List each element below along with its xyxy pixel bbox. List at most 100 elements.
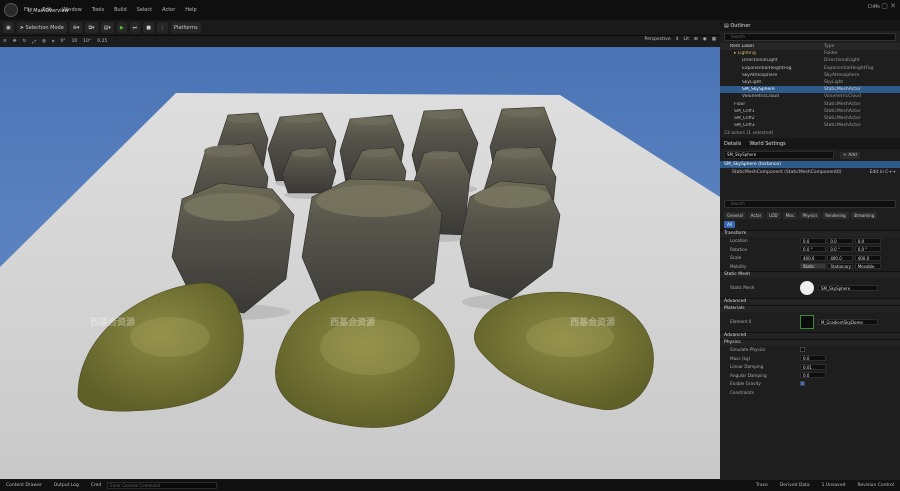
rotate-icon[interactable]: ↻: [23, 39, 27, 44]
location-y[interactable]: 0.0: [827, 237, 854, 244]
static-mesh-value[interactable]: SM_SkySphere: [818, 284, 878, 291]
advanced-section[interactable]: Advanced: [720, 297, 900, 305]
skip-icon[interactable]: ⏭: [129, 22, 141, 33]
enable-gravity-checkbox[interactable]: [800, 381, 805, 387]
outliner-search-input[interactable]: Search: [724, 33, 896, 41]
camera-speed-icon[interactable]: ◉: [703, 37, 707, 42]
tab-details[interactable]: Details: [724, 141, 741, 147]
outliner-row[interactable]: VolumetricCloud VolumetricCloud: [720, 93, 900, 100]
col-type[interactable]: Type: [824, 44, 834, 49]
unsaved-button[interactable]: 1 Unsaved: [822, 483, 846, 488]
viewport-layout-icon[interactable]: ▦: [712, 37, 716, 42]
mobility-static[interactable]: Static: [800, 263, 826, 270]
outliner-row[interactable]: SM_Cliff2 StaticMeshActor: [720, 115, 900, 122]
advanced-section-2[interactable]: Advanced: [720, 331, 900, 339]
scale-snap-value[interactable]: 0.25: [97, 39, 107, 44]
tab-world-settings[interactable]: World Settings: [749, 141, 785, 147]
outliner-row[interactable]: SkyLight SkyLight: [720, 79, 900, 86]
angular-damping-value[interactable]: 0.0: [800, 372, 826, 379]
rotation-y[interactable]: 0.0 °: [827, 246, 854, 253]
mass-value[interactable]: 0.0: [800, 355, 826, 362]
viewport-menu-icon[interactable]: ≡: [3, 39, 7, 44]
filter-physics[interactable]: Physics: [799, 211, 821, 219]
col-item-label[interactable]: Item Label: [720, 44, 824, 49]
lit-button[interactable]: Lit: [683, 37, 689, 42]
level-viewport[interactable]: 西基合资源 西基合资源 西基合资源: [0, 47, 720, 479]
edit-cpp-link[interactable]: Edit in C++: [870, 170, 896, 175]
outliner-row[interactable]: Floor StaticMeshActor: [720, 101, 900, 108]
blueprint-icon[interactable]: ⧉▾: [85, 22, 98, 33]
rotation-snap-value[interactable]: 10°: [83, 39, 91, 44]
physics-section[interactable]: Physics: [720, 338, 900, 346]
outliner-row[interactable]: DirectionalLight DirectionalLight: [720, 57, 900, 64]
menu-actor[interactable]: Actor: [162, 7, 175, 13]
scale-z[interactable]: 400.0: [854, 254, 881, 261]
mesh-thumbnail[interactable]: [800, 280, 814, 295]
surface-snap-icon[interactable]: ⌗: [52, 39, 55, 45]
window-controls[interactable]: — ▢ ✕: [872, 2, 896, 10]
world-icon[interactable]: ◍: [42, 39, 46, 44]
scale-y[interactable]: 400.0: [827, 254, 854, 261]
filter-rendering[interactable]: Rendering: [822, 211, 849, 219]
rotation-z[interactable]: 0.0 °: [854, 246, 881, 253]
outliner-row[interactable]: SM_Cliff1 StaticMeshActor: [720, 108, 900, 115]
show-count[interactable]: 4: [676, 37, 679, 42]
element0-value[interactable]: M_GradientSkyDome: [818, 318, 878, 325]
filter-streaming[interactable]: Streaming: [850, 211, 878, 219]
add-content-icon[interactable]: ⊕▾: [69, 22, 83, 33]
content-drawer-button[interactable]: Content Drawer: [6, 483, 42, 488]
outliner-row[interactable]: SkyAtmosphere SkyAtmosphere: [720, 72, 900, 79]
level-tab[interactable]: L_MainOverview: [0, 8, 110, 20]
trace-button[interactable]: Trace: [756, 483, 768, 488]
location-z[interactable]: 0.0: [854, 237, 881, 244]
revision-control-button[interactable]: Revision Control: [857, 483, 894, 488]
details-search-input[interactable]: Search: [724, 199, 896, 208]
location-x[interactable]: 0.0: [800, 237, 826, 244]
rotation-x[interactable]: 0.0 °: [800, 246, 826, 253]
grid-icon[interactable]: ⊞: [694, 37, 698, 42]
outliner-row[interactable]: SM_Cliff3 StaticMeshActor: [720, 122, 900, 129]
stop-icon[interactable]: ■: [143, 22, 154, 33]
scale-icon[interactable]: ⤢: [32, 39, 36, 45]
mobility-stationary[interactable]: Stationary: [827, 263, 854, 270]
snap-angle-value[interactable]: 0°: [60, 39, 65, 44]
save-icon[interactable]: ▣: [3, 22, 14, 33]
platforms-button[interactable]: Platforms: [170, 22, 201, 33]
scale-x[interactable]: 400.0: [800, 254, 826, 261]
filter-misc[interactable]: Misc: [782, 211, 798, 219]
cmd-dropdown[interactable]: Cmd: [91, 483, 101, 488]
play-button[interactable]: ▶: [116, 22, 127, 33]
transform-section[interactable]: Transform: [720, 229, 900, 237]
filter-general[interactable]: General: [724, 211, 746, 219]
menu-build[interactable]: Build: [114, 7, 127, 13]
actor-name-field[interactable]: SM_SkySphere: [724, 151, 834, 160]
static-mesh-section[interactable]: Static Mesh: [720, 270, 900, 278]
component-row[interactable]: StaticMeshComponent (StaticMeshComponent…: [720, 168, 900, 175]
linear-damping-value[interactable]: 0.01: [800, 363, 826, 370]
selection-mode-button[interactable]: ➤ Selection Mode: [16, 22, 67, 33]
derived-data-button[interactable]: Derived Data: [780, 483, 810, 488]
cinematics-icon[interactable]: ▤▾: [100, 22, 114, 33]
console-command-input[interactable]: Enter Console Command: [107, 482, 218, 489]
outliner-row[interactable]: ▸ Lighting Folder: [720, 50, 900, 57]
materials-section[interactable]: Materials: [720, 304, 900, 312]
transform-move-icon[interactable]: ✥: [13, 39, 17, 44]
menu-select[interactable]: Select: [137, 7, 152, 13]
simulate-physics-checkbox[interactable]: [800, 347, 805, 353]
component-instance-row[interactable]: SM_SkySphere (Instance): [720, 161, 900, 169]
menu-help[interactable]: Help: [185, 7, 196, 13]
constraints-row[interactable]: Constraints: [720, 388, 900, 397]
output-log-button[interactable]: Output Log: [54, 483, 79, 488]
filter-lod[interactable]: LOD: [766, 211, 781, 219]
perspective-button[interactable]: Perspective: [645, 37, 671, 42]
outliner-row-selected[interactable]: SM_SkySphere StaticMeshActor: [720, 86, 900, 94]
mobility-movable[interactable]: Movable: [854, 263, 881, 270]
outliner-row[interactable]: ExponentialHeightFog ExponentialHeightFog: [720, 65, 900, 72]
filter-actor[interactable]: Actor: [747, 211, 765, 219]
grid-snap-value[interactable]: 10: [72, 39, 78, 44]
filter-all[interactable]: All: [724, 220, 735, 228]
play-options-icon[interactable]: ⋮: [156, 22, 168, 33]
outliner-header: ▤ Outliner: [720, 20, 900, 31]
add-component-button[interactable]: + Add: [840, 151, 860, 159]
material-thumbnail[interactable]: [800, 314, 814, 329]
